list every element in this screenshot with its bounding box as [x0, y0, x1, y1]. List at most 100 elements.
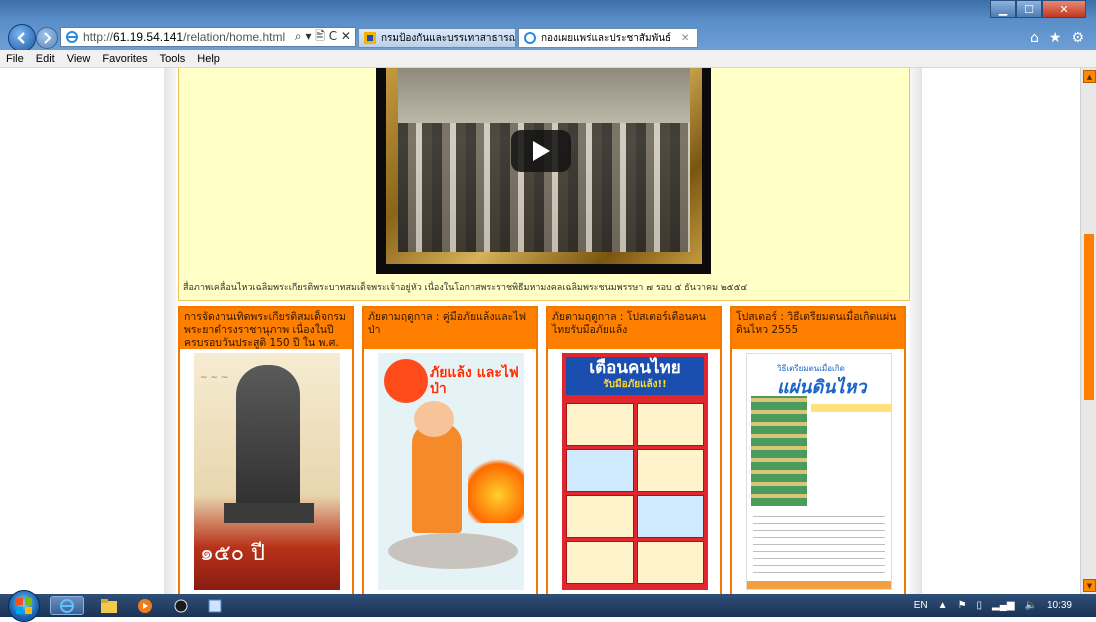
- vertical-scrollbar[interactable]: ▲ ▼: [1080, 68, 1096, 594]
- firefighter-head: [414, 401, 454, 437]
- menu-favorites[interactable]: Favorites: [96, 53, 153, 65]
- cracked-ground: [388, 533, 518, 569]
- poster-earthquake: วิธีเตรียมตนเมื่อเกิด แผ่นดินไหว: [746, 353, 892, 590]
- tab-label: กองเผยแพร่และประชาสัมพันธ์: [541, 32, 672, 44]
- forward-arrow-icon: [44, 32, 52, 44]
- card-title[interactable]: ภัยตามฤดูกาล : คู่มือภัยแล้งและไฟป่า: [364, 308, 536, 349]
- video-caption: สื่อภาพเคลื่อนไหวเฉลิมพระเกียรติพระบาทสม…: [183, 283, 748, 293]
- url-text: http://61.19.54.141/relation/home.html: [83, 30, 286, 44]
- menu-bar: File Edit View Favorites Tools Help: [0, 50, 1096, 68]
- poster-panel: [566, 449, 634, 492]
- statue-figure: [236, 365, 300, 515]
- poster-drought-fire: ภัยแล้ง และไฟป่า: [378, 353, 524, 590]
- firefighter-body: [412, 423, 462, 533]
- video-player[interactable]: [376, 68, 711, 274]
- windows-taskbar: EN ▲ ⚑ ▯ ▂▄▆ 🔈 10:39: [0, 590, 1096, 622]
- scroll-up-arrow-icon[interactable]: ▲: [1083, 70, 1096, 83]
- window-controls: ▁ ☐ ✕: [990, 0, 1086, 18]
- ie-logo-icon: [66, 31, 78, 43]
- featured-video-panel: สื่อภาพเคลื่อนไหวเฉลิมพระเกียรติพระบาทสม…: [178, 68, 910, 301]
- volume-icon[interactable]: 🔈: [1025, 600, 1037, 611]
- card-poster[interactable]: ~ ~ ~ ๑๕๐ ปี: [194, 353, 340, 590]
- favorites-star-icon[interactable]: ★: [1049, 30, 1062, 46]
- maximize-button[interactable]: ☐: [1016, 0, 1042, 18]
- poster-panel: [636, 403, 704, 446]
- browser-title-bar: http://61.19.54.141/relation/home.html ⌕…: [0, 0, 1096, 52]
- page-shadow-left: [164, 68, 176, 594]
- device-icon[interactable]: ▯: [977, 600, 983, 611]
- poster-script-text: ~ ~ ~: [200, 373, 229, 383]
- forward-button[interactable]: [36, 27, 58, 49]
- card-prince-damrong[interactable]: การจัดงานเทิดพระเกียรติสมเด็จกรมพระยาดำร…: [178, 306, 354, 594]
- taskbar-paint[interactable]: [200, 596, 230, 615]
- taskbar-media-player[interactable]: [130, 596, 160, 615]
- poster-warn-thais: เตือนคนไทย รับมือภัยแล้ง!!: [562, 353, 708, 590]
- tab-disaster-dept[interactable]: กรมป้องกันและบรรเทาสาธารณภัย ...: [358, 28, 516, 48]
- poster-panel: [566, 495, 634, 538]
- taskbar-app[interactable]: [166, 596, 196, 615]
- page-shadow-right: [910, 68, 922, 594]
- home-icon[interactable]: ⌂: [1030, 30, 1039, 46]
- tools-gear-icon[interactable]: ⚙: [1071, 30, 1084, 46]
- card-poster[interactable]: ภัยแล้ง และไฟป่า: [378, 353, 524, 590]
- play-button[interactable]: [511, 130, 571, 172]
- ie-favicon-icon: [524, 32, 536, 44]
- taskbar-explorer[interactable]: [94, 596, 124, 615]
- card-title[interactable]: โปสเตอร์ : วิธีเตรียมตนเมื่อเกิดแผ่นดินไ…: [732, 308, 904, 349]
- menu-help[interactable]: Help: [191, 53, 226, 65]
- browser-toolbar-icons: ⌂ ★ ⚙: [1030, 30, 1084, 46]
- poster-panel: [636, 541, 704, 584]
- fire-illustration: [468, 453, 524, 523]
- poster-title: ภัยแล้ง และไฟป่า: [430, 365, 519, 397]
- poster-banner: เตือนคนไทย รับมือภัยแล้ง!!: [566, 357, 704, 395]
- network-signal-icon[interactable]: ▂▄▆: [992, 600, 1014, 611]
- poster-panel: [636, 449, 704, 492]
- close-button[interactable]: ✕: [1042, 0, 1086, 18]
- card-poster[interactable]: เตือนคนไทย รับมือภัยแล้ง!!: [562, 353, 708, 590]
- internet-explorer-icon: [60, 598, 74, 613]
- windows-logo-icon: [16, 598, 32, 614]
- back-button[interactable]: [8, 24, 36, 52]
- card-earthquake-poster[interactable]: โปสเตอร์ : วิธีเตรียมตนเมื่อเกิดแผ่นดินไ…: [730, 306, 906, 594]
- minimize-button[interactable]: ▁: [990, 0, 1016, 18]
- card-poster[interactable]: วิธีเตรียมตนเมื่อเกิด แผ่นดินไหว: [746, 353, 892, 590]
- poster-panel: [566, 403, 634, 446]
- folder-icon: [101, 598, 117, 613]
- app-icon: [174, 599, 188, 612]
- menu-view[interactable]: View: [61, 53, 97, 65]
- poster-highlight-bar: [811, 404, 892, 412]
- show-hidden-icons-icon[interactable]: ▲: [938, 600, 948, 611]
- system-tray: EN ▲ ⚑ ▯ ▂▄▆ 🔈 10:39: [914, 594, 1096, 617]
- card-title[interactable]: ภัยตามฤดูกาล : โปสเตอร์เตือนคนไทยรับมือภ…: [548, 308, 720, 349]
- language-indicator[interactable]: EN: [914, 600, 928, 611]
- site-favicon-icon: [364, 32, 376, 44]
- address-tools[interactable]: ⌕ ▾ 🖹 C ✕: [295, 27, 355, 48]
- menu-tools[interactable]: Tools: [154, 53, 192, 65]
- clock[interactable]: 10:39: [1047, 600, 1072, 611]
- card-drought-wildfire-manual[interactable]: ภัยตามฤดูกาล : คู่มือภัยแล้งและไฟป่า ภัย…: [362, 306, 538, 594]
- taskbar-ie[interactable]: [50, 596, 84, 615]
- tab-label: กรมป้องกันและบรรเทาสาธารณภัย ...: [381, 32, 515, 44]
- tab-publicity-division[interactable]: กองเผยแพร่และประชาสัมพันธ์ ✕: [518, 28, 698, 48]
- poster-panel: [566, 541, 634, 584]
- poster-big-text: ๑๕๐ ปี: [200, 541, 266, 566]
- page-viewport: สื่อภาพเคลื่อนไหวเฉลิมพระเกียรติพระบาทสม…: [0, 68, 1080, 594]
- start-button[interactable]: [8, 590, 40, 622]
- paint-icon: [208, 599, 222, 612]
- media-player-icon: [138, 598, 152, 613]
- menu-file[interactable]: File: [0, 53, 30, 65]
- address-bar[interactable]: http://61.19.54.141/relation/home.html ⌕…: [60, 27, 356, 47]
- play-icon: [533, 141, 550, 161]
- card-drought-poster[interactable]: ภัยตามฤดูกาล : โปสเตอร์เตือนคนไทยรับมือภ…: [546, 306, 722, 594]
- poster-subtitle: รับมือภัยแล้ง!!: [603, 379, 667, 390]
- menu-edit[interactable]: Edit: [30, 53, 61, 65]
- card-title[interactable]: การจัดงานเทิดพระเกียรติสมเด็จกรมพระยาดำร…: [180, 308, 352, 349]
- collapsing-building: [751, 396, 807, 506]
- scroll-down-arrow-icon[interactable]: ▼: [1083, 579, 1096, 592]
- scrollbar-thumb[interactable]: [1084, 234, 1094, 400]
- poster-instructions: [753, 514, 885, 579]
- action-center-flag-icon[interactable]: ⚑: [958, 600, 967, 611]
- angry-sun-illustration: [384, 359, 428, 403]
- back-arrow-icon: [17, 32, 25, 44]
- tab-close-icon[interactable]: ✕: [681, 33, 693, 44]
